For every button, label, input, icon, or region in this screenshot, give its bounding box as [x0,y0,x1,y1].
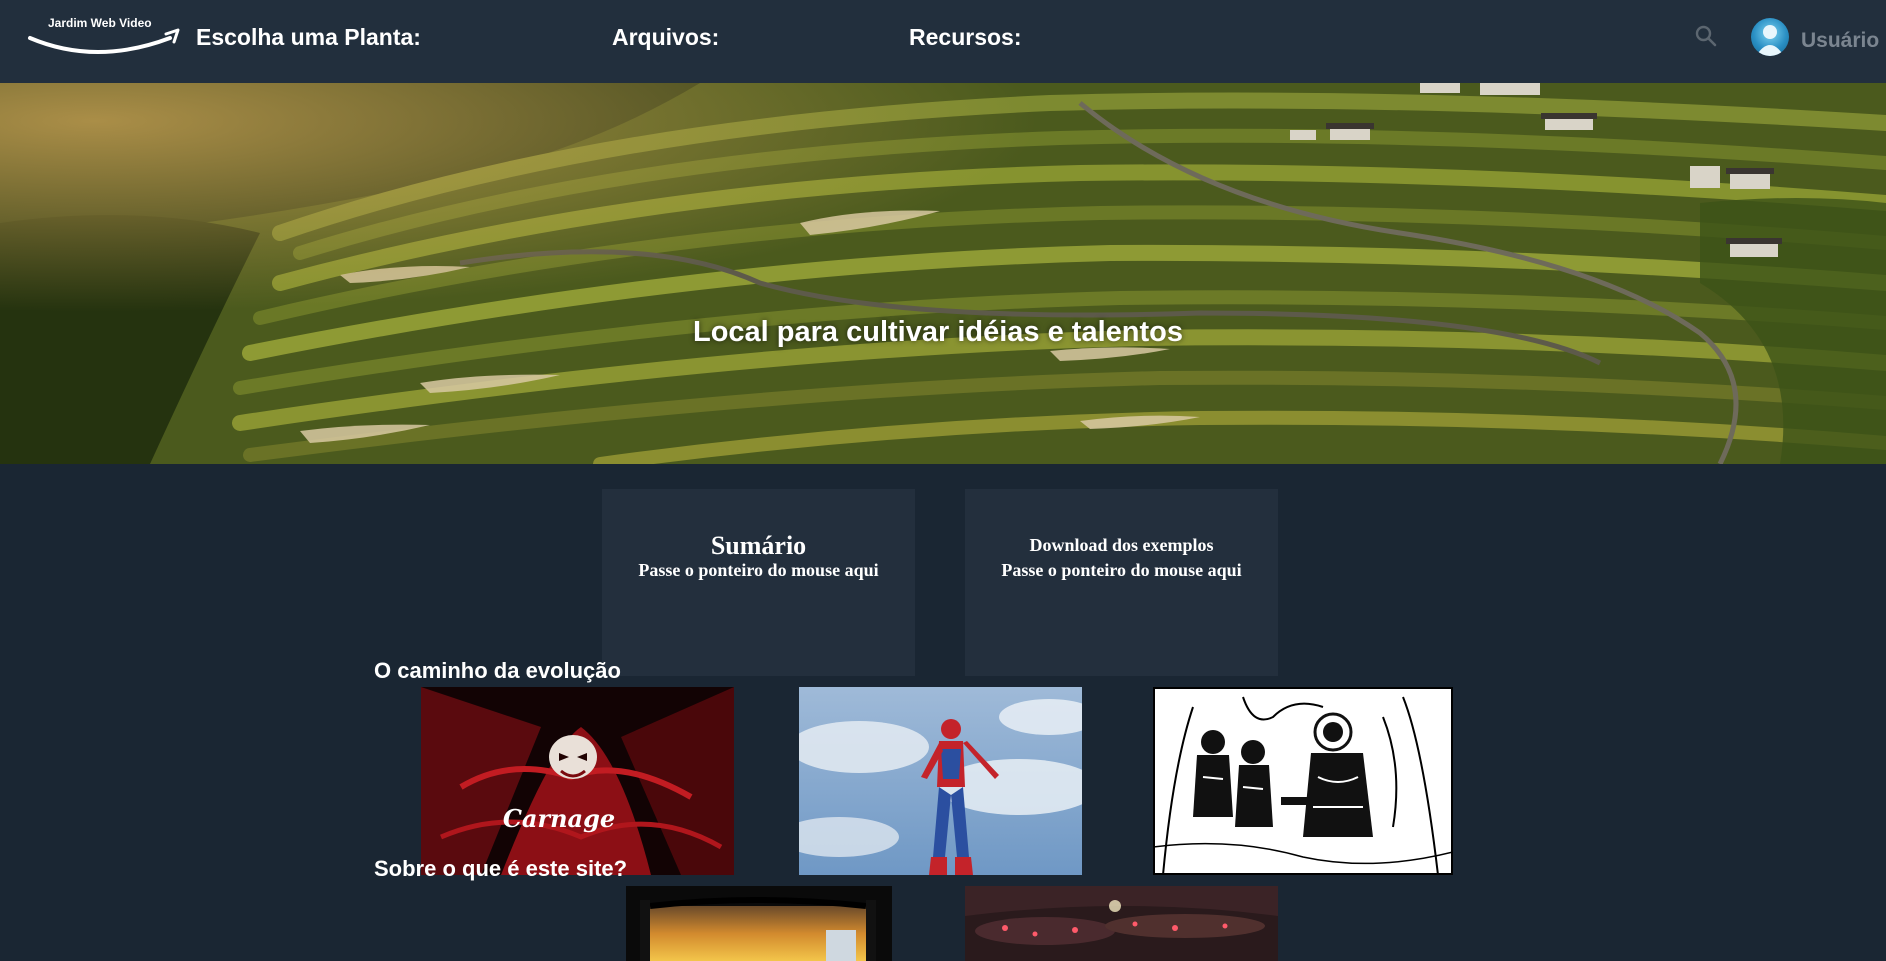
nav-recursos[interactable]: Recursos: [909,24,1021,51]
sunset-window-image[interactable] [626,886,892,961]
rice-terraces-image [0,83,1886,464]
hero-title: Local para cultivar idéias e talentos [693,316,1183,348]
top-navbar: Jardim Web Video Escolha uma Planta: Arq… [0,0,1886,83]
carnage-image[interactable]: Carnage [421,687,734,875]
user-avatar-icon[interactable] [1751,18,1789,56]
download-examples-card[interactable]: Download dos exemplos Passe o ponteiro d… [965,489,1278,676]
search-icon[interactable] [1694,24,1718,48]
summary-card-subtitle: Passe o ponteiro do mouse aqui [638,560,879,580]
logo-text: Jardim Web Video [48,16,152,30]
download-card-title: Download dos exemplos [1029,535,1214,555]
hero-banner: Local para cultivar idéias e talentos [0,83,1886,464]
spiderman-image[interactable] [799,687,1082,875]
nav-arquivos[interactable]: Arquivos: [612,24,719,51]
carnage-caption: Carnage [503,804,615,833]
user-menu-label[interactable]: Usuário [1801,29,1879,53]
section-heading-evolution: O caminho da evolução [374,658,621,683]
summary-card[interactable]: Sumário Passe o ponteiro do mouse aqui [602,489,915,676]
download-card-subtitle: Passe o ponteiro do mouse aqui [1001,560,1242,580]
comic-astronauts-image[interactable] [1153,687,1453,875]
spaceship-image[interactable] [965,886,1278,961]
site-logo[interactable]: Jardim Web Video [26,12,184,58]
section-heading-about: Sobre o que é este site? [374,856,628,881]
summary-card-title: Sumário [710,531,807,560]
nav-escolha-planta[interactable]: Escolha uma Planta: [196,24,421,51]
